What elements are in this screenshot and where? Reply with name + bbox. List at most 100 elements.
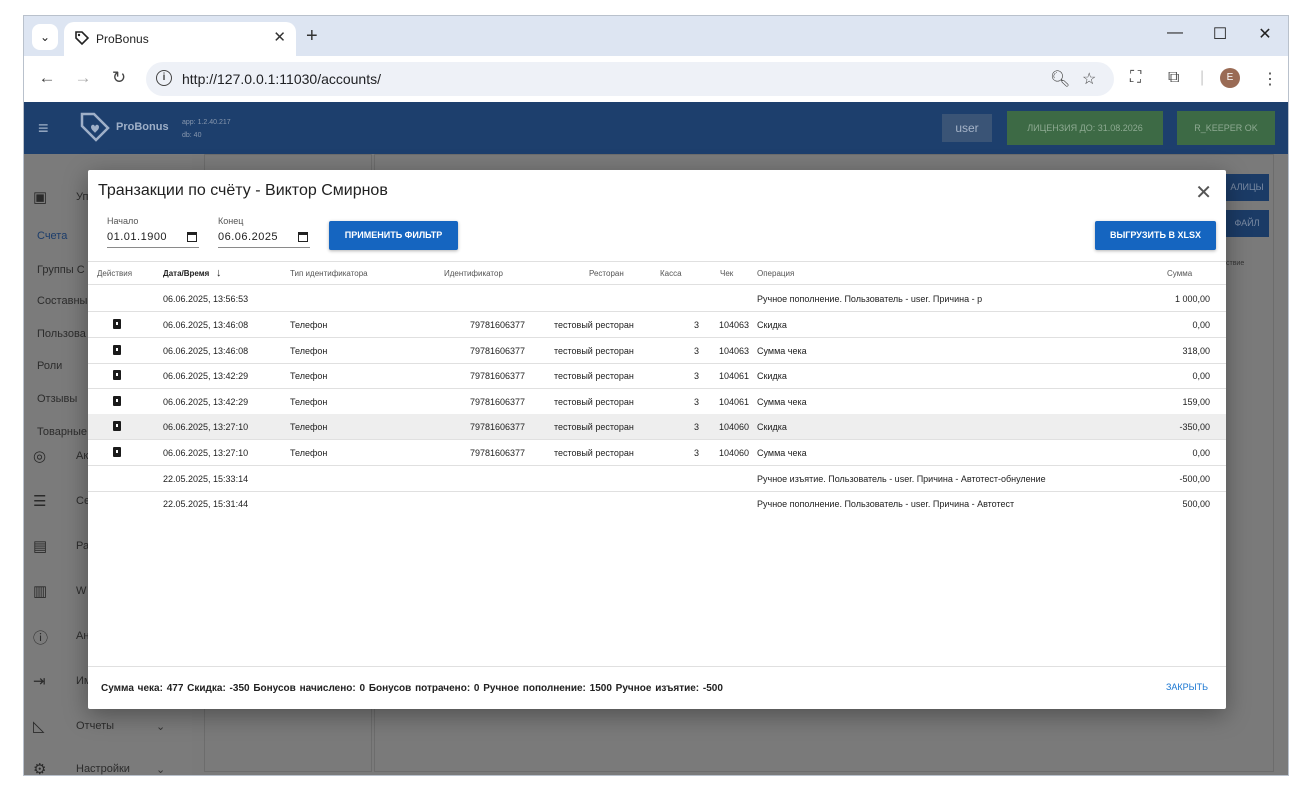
sidebar-item-settings[interactable]: Настройки [76,763,130,775]
cell-operation: Сумма чека [757,448,807,458]
table-row[interactable]: 06.06.2025, 13:42:29 Телефон 79781606377… [88,389,1226,415]
sidebar-item-users[interactable]: Пользова [37,328,86,340]
address-bar[interactable]: i http://127.0.0.1:11030/accounts/ 🔍︎ ☆ [146,62,1114,96]
chevron-down-icon[interactable]: ⌄ [156,763,165,775]
cell-datetime: 06.06.2025, 13:27:10 [163,422,249,432]
background-column-header: ствие [1226,260,1245,267]
receipt-icon[interactable] [113,319,121,329]
table-row[interactable]: 06.06.2025, 13:27:10 Телефон 79781606377… [88,414,1226,440]
column-cash[interactable]: Касса [660,269,682,278]
rkeeper-status-button[interactable]: R_KEEPER OK [1177,111,1275,145]
receipt-icon[interactable] [113,396,121,406]
cell-check: 104063 [718,346,749,356]
sidebar-item-accounts[interactable]: Счета [37,230,67,242]
screenshot-icon[interactable]: ⛶ [1130,69,1141,87]
table-header: Действия Дата/Время ↓ Тип идентификатора… [88,261,1226,285]
calendar-icon[interactable] [298,232,308,242]
apply-filter-button[interactable]: ПРИМЕНИТЬ ФИЛЬТР [329,221,458,250]
cell-restaurant: тестовый ресторан [554,397,634,407]
extensions-icon[interactable]: ⧉ [1168,69,1179,87]
column-identifier[interactable]: Идентификатор [444,269,503,278]
cell-sum: -500,00 [1179,474,1210,484]
site-info-icon[interactable]: i [156,70,172,86]
cell-cash: 3 [693,397,699,407]
close-button[interactable]: ЗАКРЫТЬ [1166,682,1208,692]
cell-operation: Сумма чека [757,397,807,407]
hamburger-icon[interactable]: ≡ [38,118,49,139]
zoom-icon[interactable]: 🔍︎ [1050,69,1070,89]
transactions-dialog: Транзакции по счёту - Виктор Смирнов ✕ Н… [88,170,1226,709]
cell-id-type: Телефон [290,320,328,330]
cell-cash: 3 [693,422,699,432]
new-tab-button[interactable]: + [306,25,318,48]
receipt-icon[interactable] [113,447,121,457]
cell-operation: Скидка [757,320,787,330]
sidebar-item-actions[interactable]: Ак [76,450,88,462]
column-datetime[interactable]: Дата/Время [163,269,209,278]
column-actions: Действия [97,269,133,278]
start-date-field[interactable]: 01.01.1900 [107,228,199,248]
browser-tab[interactable]: ProBonus ✕ [64,22,296,56]
version-info: app: 1.2.40.217 db: 40 [182,116,231,142]
receipt-icon[interactable] [113,421,121,431]
cell-operation: Ручное изъятие. Пользователь - user. При… [757,474,1046,484]
close-window-button[interactable]: ✕ [1250,24,1280,44]
sidebar-item-groups[interactable]: Группы С [37,264,85,276]
chevron-down-icon[interactable]: ⌄ [156,720,165,733]
table-row[interactable]: 06.06.2025, 13:42:29 Телефон 79781606377… [88,363,1226,389]
column-sum[interactable]: Сумма [1167,269,1192,278]
sort-arrow-down-icon[interactable]: ↓ [216,267,222,279]
alert-icon: ⓘ [33,630,49,647]
column-check[interactable]: Чек [720,269,733,278]
app-version: app: 1.2.40.217 [182,119,231,126]
table-row[interactable]: 22.05.2025, 15:33:14 Ручное изъятие. Пол… [88,466,1226,492]
export-xlsx-button[interactable]: ВЫГРУЗИТЬ В XLSX [1095,221,1216,250]
card-icon: ▤ [33,538,48,555]
tab-search-button[interactable]: ⌄ [32,24,58,50]
column-restaurant[interactable]: Ресторан [589,269,624,278]
sidebar-item-wallet[interactable]: W [76,585,86,597]
column-operation[interactable]: Операция [757,269,794,278]
table-row[interactable]: 06.06.2025, 13:56:53 Ручное пополнение. … [88,286,1226,312]
profile-avatar[interactable]: E [1220,68,1240,88]
license-button[interactable]: ЛИЦЕНЗИЯ ДО: 31.08.2026 [1007,111,1163,145]
minimize-button[interactable]: — [1160,24,1190,42]
sidebar-item-reports[interactable]: Отчеты [76,720,114,732]
bookmark-star-icon[interactable]: ☆ [1082,69,1096,89]
tab-close-icon[interactable]: ✕ [273,28,286,46]
calendar-icon[interactable] [187,232,197,242]
cell-sum: -350,00 [1179,422,1210,432]
cell-restaurant: тестовый ресторан [554,448,634,458]
cell-check: 104060 [718,448,749,458]
receipt-icon[interactable] [113,345,121,355]
kebab-menu-icon[interactable]: ⋮ [1262,69,1278,89]
sidebar-item-composite[interactable]: Составны [37,295,87,307]
sidebar-item-products[interactable]: Товарные [37,426,87,438]
cell-identifier: 79781606377 [469,320,525,330]
url-text[interactable]: http://127.0.0.1:11030/accounts/ [182,71,381,87]
table-row[interactable]: 06.06.2025, 13:46:08 Телефон 79781606377… [88,312,1226,338]
sidebar-item-roles[interactable]: Роли [37,360,62,372]
forward-icon[interactable]: → [72,68,94,88]
sidebar-item-reviews[interactable]: Отзывы [37,393,77,405]
sidebar-item-accounts-group[interactable]: Уп [76,191,88,203]
table-row[interactable]: 06.06.2025, 13:27:10 Телефон 79781606377… [88,440,1226,466]
cell-id-type: Телефон [290,346,328,356]
toolbar-divider: | [1200,69,1205,86]
cell-check: 104061 [718,371,749,381]
eye-icon: ◎ [33,448,47,465]
table-row[interactable]: 22.05.2025, 15:31:44 Ручное пополнение. … [88,491,1226,517]
table-row[interactable]: 06.06.2025, 13:46:08 Телефон 79781606377… [88,338,1226,364]
tag-icon [75,31,90,46]
end-date-field[interactable]: 06.06.2025 [218,228,310,248]
back-icon[interactable]: ← [36,68,58,88]
clipboard-icon: ▣ [33,189,48,206]
cell-check: 104063 [718,320,749,330]
close-icon[interactable]: ✕ [1195,180,1212,205]
reload-icon[interactable]: ↻ [108,68,130,88]
column-id-type[interactable]: Тип идентификатора [290,269,368,278]
maximize-button[interactable]: ☐ [1205,24,1235,44]
receipt-icon[interactable] [113,370,121,380]
user-button[interactable]: user [942,114,992,142]
summary-text: Сумма чека: 477 Скидка: -350 Бонусов нач… [101,683,723,694]
